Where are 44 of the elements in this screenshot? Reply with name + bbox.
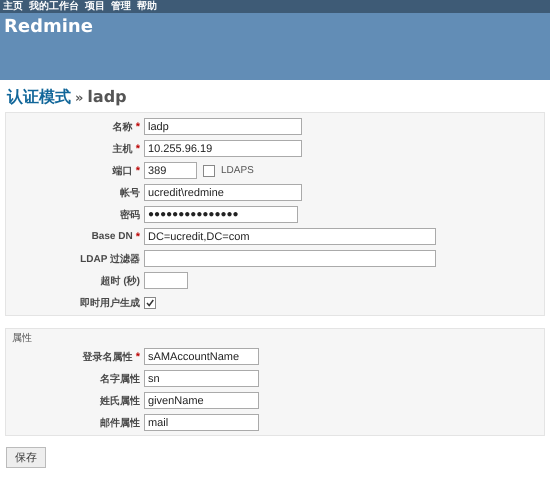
breadcrumb-separator: »: [75, 91, 84, 106]
input-field[interactable]: sAMAccountName: [144, 348, 259, 365]
field-label: 超时 (秒): [100, 274, 140, 288]
input-field[interactable]: [144, 272, 188, 289]
field-label: 名字属性: [100, 372, 140, 386]
site-title: Redmine: [4, 16, 93, 37]
input-field[interactable]: DC=ucredit,DC=com: [144, 228, 436, 245]
checkbox[interactable]: [203, 164, 215, 176]
input-field[interactable]: 10.255.96.19: [144, 140, 302, 157]
menu-link[interactable]: 我的工作台: [29, 0, 79, 12]
field-label: 主机: [112, 142, 133, 156]
field-label: 即时用户生成: [80, 296, 140, 310]
field-label: 姓氏属性: [100, 394, 140, 408]
password-field[interactable]: ●●●●●●●●●●●●●●●: [144, 206, 298, 223]
field-label: LDAP 过滤器: [80, 252, 140, 266]
field-label: Base DN: [92, 231, 133, 242]
input-field[interactable]: givenName: [144, 392, 259, 409]
menu-link[interactable]: 主页: [3, 0, 23, 12]
section-legend: 属性: [6, 331, 544, 345]
menu-link[interactable]: 管理: [111, 0, 131, 12]
breadcrumb-link[interactable]: 认证模式: [7, 87, 71, 108]
required-mark: *: [136, 164, 140, 176]
page-title: ladp: [87, 87, 127, 106]
save-button[interactable]: 保存: [6, 447, 46, 468]
input-field[interactable]: 389: [144, 162, 197, 179]
required-mark: *: [136, 350, 140, 362]
input-field[interactable]: ucredit\redmine: [144, 184, 302, 201]
field-label: 邮件属性: [100, 416, 140, 430]
field-label: 帐号: [120, 186, 140, 200]
menu-link[interactable]: 帮助: [137, 0, 157, 12]
field-label: 端口: [112, 164, 133, 178]
input-field[interactable]: [144, 250, 436, 267]
required-mark: *: [136, 120, 140, 132]
input-field[interactable]: mail: [144, 414, 259, 431]
field-label: 密码: [120, 208, 140, 222]
checkbox-label: LDAPS: [221, 165, 254, 176]
field-label: 名称: [112, 120, 133, 134]
field-label: 登录名属性: [82, 350, 133, 364]
required-mark: *: [136, 142, 140, 154]
checkbox[interactable]: [144, 296, 156, 308]
menu-link[interactable]: 项目: [85, 0, 105, 12]
input-field[interactable]: ladp: [144, 118, 302, 135]
required-mark: *: [136, 230, 140, 242]
input-field[interactable]: sn: [144, 370, 259, 387]
